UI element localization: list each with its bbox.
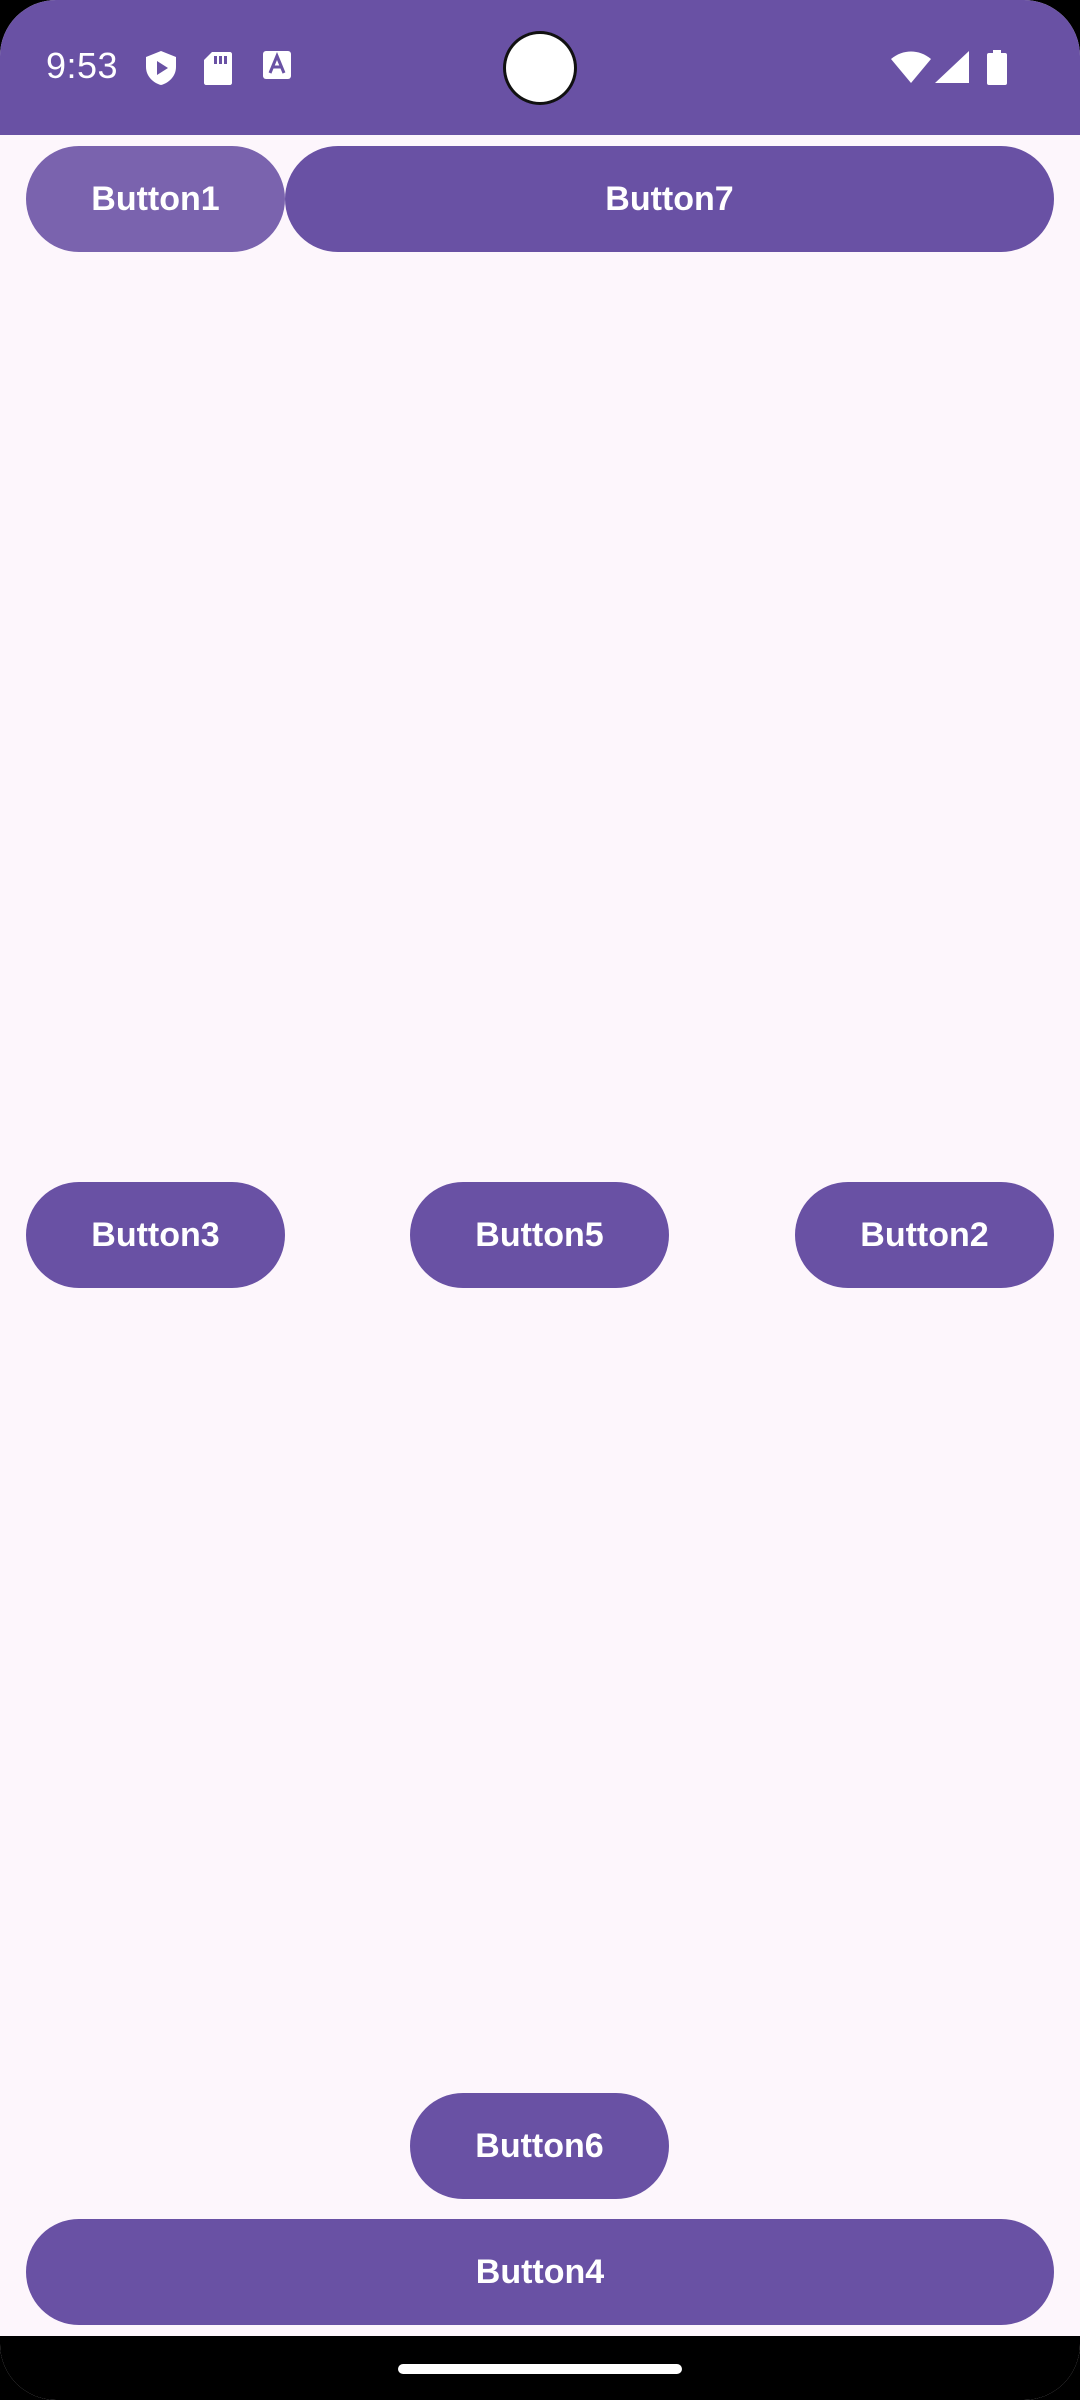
shield-play-icon xyxy=(144,50,178,86)
phone-screen: 9:53 Button1 Button7 Button3 Button5 But… xyxy=(0,0,1080,2400)
main-content: Button1 Button7 Button3 Button5 Button2 … xyxy=(0,135,1080,2335)
button6[interactable]: Button6 xyxy=(410,2093,669,2199)
sd-card-icon xyxy=(203,50,237,86)
text-a-icon xyxy=(262,50,296,86)
button5[interactable]: Button5 xyxy=(410,1182,669,1288)
button4[interactable]: Button4 xyxy=(26,2219,1054,2325)
battery-icon xyxy=(986,50,1008,86)
button7[interactable]: Button7 xyxy=(285,146,1054,252)
status-bar: 9:53 xyxy=(0,0,1080,135)
button2[interactable]: Button2 xyxy=(795,1182,1054,1288)
home-gesture-handle[interactable] xyxy=(398,2364,682,2374)
button3[interactable]: Button3 xyxy=(26,1182,285,1288)
camera-cutout xyxy=(506,34,574,102)
wifi-icon xyxy=(890,50,932,86)
button1[interactable]: Button1 xyxy=(26,146,285,252)
status-time: 9:53 xyxy=(46,45,119,86)
navigation-bar xyxy=(0,2336,1080,2400)
cell-signal-icon xyxy=(934,50,970,86)
